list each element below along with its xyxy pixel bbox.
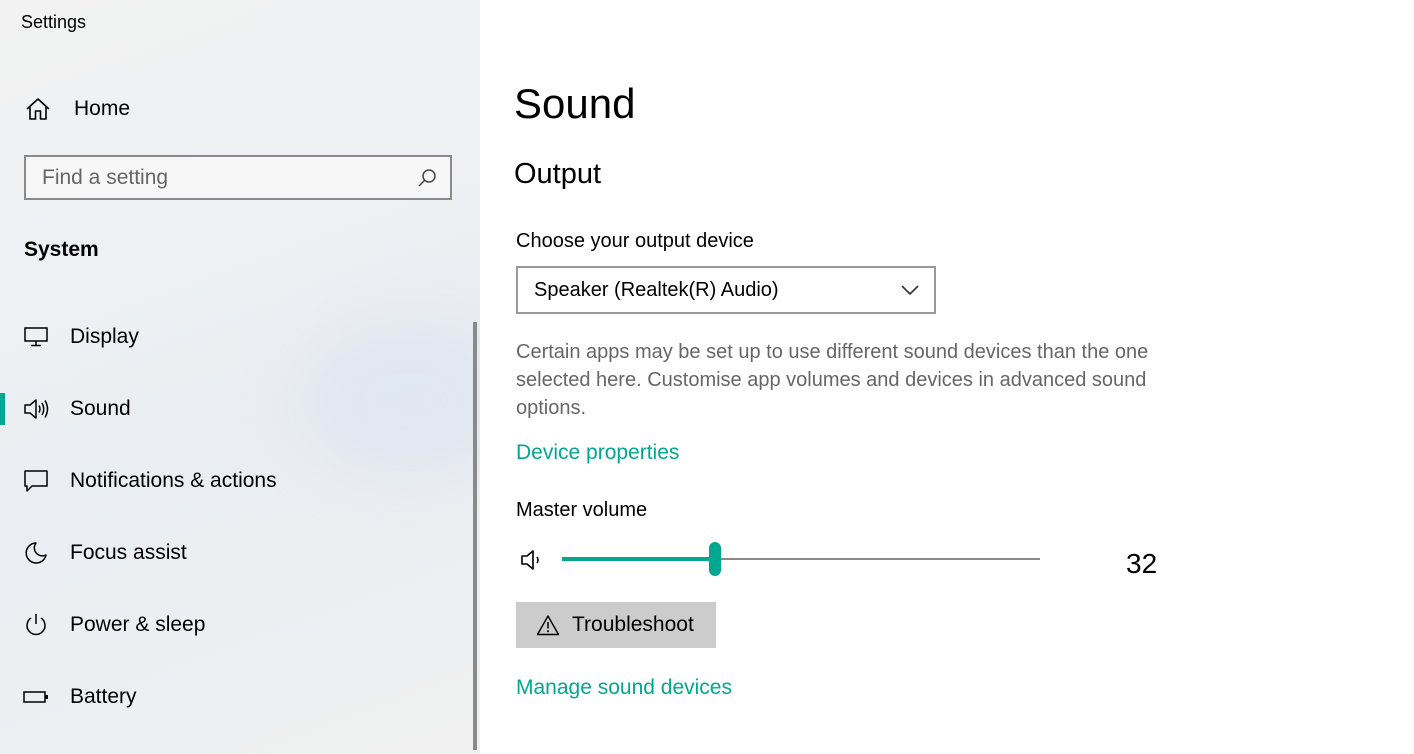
sidebar: Settings Home System Display Sound Notif… <box>0 0 480 754</box>
sidebar-item-label: Notifications & actions <box>70 469 277 492</box>
sidebar-item-label: Battery <box>70 685 137 708</box>
device-properties-link[interactable]: Device properties <box>516 441 679 465</box>
warning-icon <box>536 615 560 636</box>
sidebar-item-notifications[interactable]: Notifications & actions <box>0 456 470 506</box>
master-volume-slider[interactable] <box>562 541 1040 577</box>
search-icon[interactable] <box>416 167 438 189</box>
volume-icon[interactable] <box>520 546 546 574</box>
slider-fill <box>562 557 715 561</box>
sidebar-item-focus-assist[interactable]: Focus assist <box>0 528 470 578</box>
sidebar-item-label: Sound <box>70 397 131 420</box>
sidebar-item-label: Focus assist <box>70 541 187 564</box>
sidebar-item-battery[interactable]: Battery <box>0 672 470 722</box>
output-info-text: Certain apps may be set up to use differ… <box>516 341 1149 419</box>
page-title: Sound <box>514 80 636 127</box>
output-heading: Output <box>514 158 602 190</box>
output-device-label: Choose your output device <box>516 230 754 252</box>
search-box <box>24 155 452 200</box>
home-label: Home <box>74 97 131 120</box>
main-content: Sound Output Choose your output device S… <box>480 0 1414 754</box>
slider-thumb[interactable] <box>708 542 721 576</box>
app-title: Settings <box>21 12 87 32</box>
troubleshoot-label: Troubleshoot <box>572 613 694 636</box>
section-heading-system: System <box>24 238 99 261</box>
sidebar-item-display[interactable]: Display <box>0 312 470 362</box>
power-icon <box>22 611 50 639</box>
sidebar-item-sound[interactable]: Sound <box>0 384 470 434</box>
troubleshoot-button[interactable]: Troubleshoot <box>516 602 716 648</box>
sidebar-item-power-sleep[interactable]: Power & sleep <box>0 600 470 650</box>
moon-icon <box>22 539 50 567</box>
sidebar-scrollbar[interactable] <box>473 322 477 750</box>
display-icon <box>22 323 50 351</box>
master-volume-label: Master volume <box>516 499 648 521</box>
search-input[interactable] <box>26 164 416 191</box>
home-link[interactable]: Home <box>24 90 454 128</box>
volume-value: 32 <box>1126 548 1158 579</box>
chevron-down-icon <box>901 285 919 296</box>
output-device-value: Speaker (Realtek(R) Audio) <box>534 278 779 301</box>
output-device-dropdown[interactable]: Speaker (Realtek(R) Audio) <box>516 266 936 314</box>
battery-icon <box>22 683 50 711</box>
notification-icon <box>22 467 50 495</box>
sidebar-item-label: Power & sleep <box>70 613 206 636</box>
sidebar-item-label: Display <box>70 325 139 348</box>
speaker-icon <box>22 395 50 423</box>
home-icon <box>26 98 50 120</box>
manage-sound-devices-link[interactable]: Manage sound devices <box>516 676 732 700</box>
